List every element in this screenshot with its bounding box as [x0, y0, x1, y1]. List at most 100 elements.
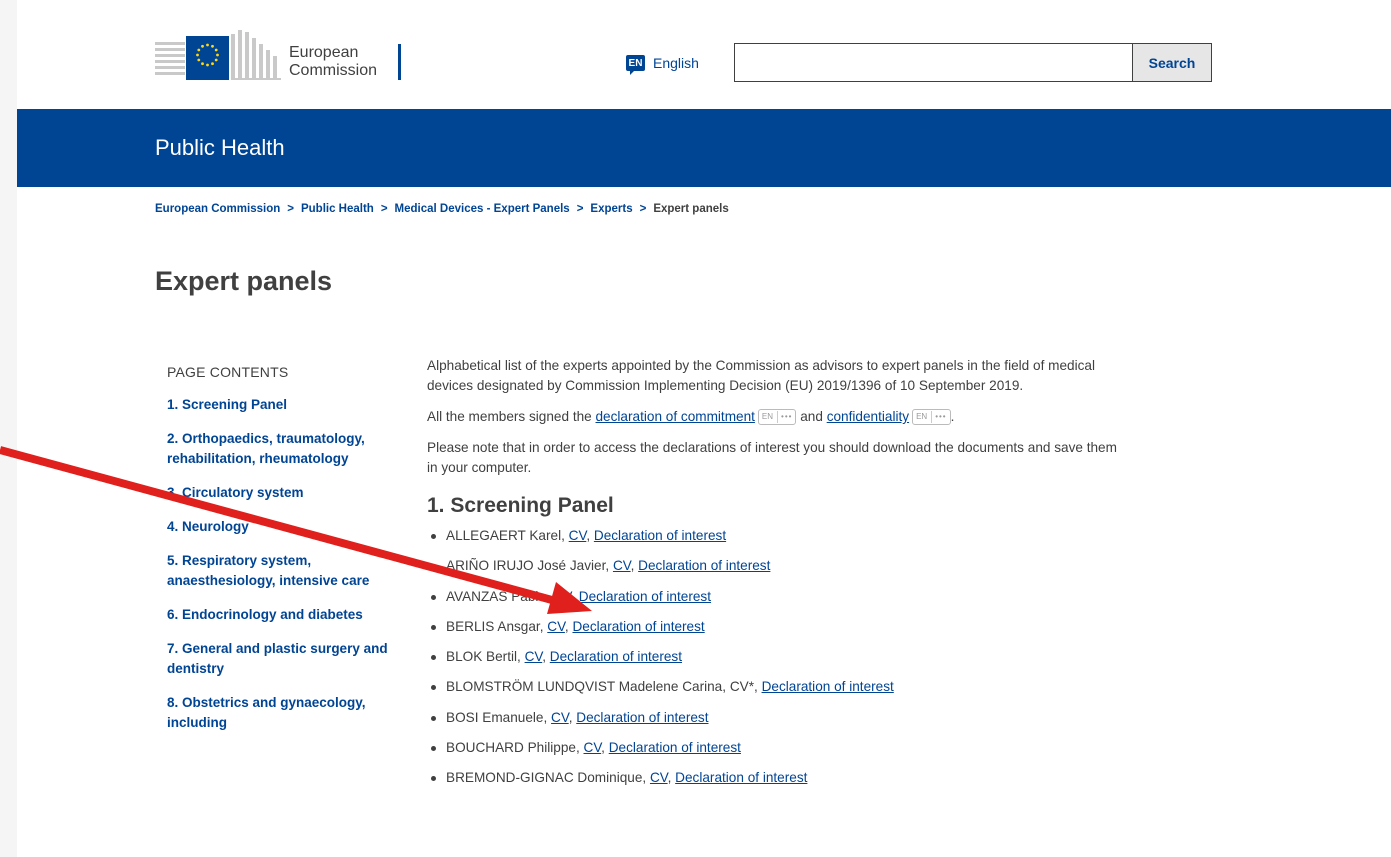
logo-line-1: European — [289, 44, 359, 61]
list-item: BLOK Bertil, CV, Declaration of interest — [427, 647, 1127, 667]
expert-name: BERLIS Ansgar — [446, 618, 540, 634]
declaration-of-interest-link[interactable]: Declaration of interest — [609, 740, 741, 755]
toc-item-endocrinology[interactable]: 6. Endocrinology and diabetes — [167, 605, 397, 625]
intro-paragraph: Alphabetical list of the experts appoint… — [427, 358, 1095, 393]
list-item: AVANZAS Pablo, CV, Declaration of intere… — [427, 587, 1127, 607]
section-heading-screening-panel: 1. Screening Panel — [427, 494, 614, 517]
declaration-of-commitment-link[interactable]: declaration of commitment — [596, 409, 755, 424]
chevron-right-icon: > — [380, 203, 388, 215]
cv-link[interactable]: CV — [554, 589, 572, 604]
breadcrumb-item-european-commission[interactable]: European Commission — [155, 203, 280, 215]
expert-name: BOUCHARD Philippe — [446, 740, 576, 756]
separator: , — [571, 588, 579, 604]
declaration-of-interest-link[interactable]: Declaration of interest — [576, 710, 708, 725]
header: European Commission EN English Search — [17, 0, 1391, 109]
experts-list: ALLEGAERT Karel, CV, Declaration of inte… — [427, 526, 1127, 788]
breadcrumb-item-expert-panels-section[interactable]: Medical Devices - Expert Panels — [395, 203, 570, 215]
confidentiality-link[interactable]: confidentiality — [827, 409, 909, 424]
breadcrumb-item-current: Expert panels — [653, 203, 729, 215]
separator: , — [754, 679, 762, 695]
declaration-of-interest-link[interactable]: Declaration of interest — [675, 770, 807, 785]
list-item: ARIÑO IRUJO José Javier, CV, Declaration… — [427, 556, 1127, 576]
language-selector[interactable]: EN English — [626, 54, 699, 75]
declarations-text-start: All the members signed the — [427, 409, 596, 424]
expert-name: ALLEGAERT Karel — [446, 528, 562, 543]
declaration-of-interest-link[interactable]: Declaration of interest — [638, 558, 770, 573]
language-label: English — [653, 55, 699, 71]
toc-item-orthopaedics[interactable]: 2. Orthopaedics, traumatology, rehabilit… — [167, 429, 397, 469]
main-content: Alphabetical list of the experts appoint… — [427, 356, 1127, 799]
more-languages-icon: ••• — [777, 411, 792, 424]
expert-name: ARIÑO IRUJO José Javier — [446, 558, 606, 574]
separator: , — [561, 528, 569, 543]
list-item: BLOMSTRÖM LUNDQVIST Madelene Carina, CV*… — [427, 677, 1127, 697]
cv-link[interactable]: CV — [584, 740, 602, 755]
breadcrumb-item-public-health[interactable]: Public Health — [301, 203, 374, 215]
separator: , — [575, 740, 584, 756]
separator: , — [543, 709, 552, 725]
toc-item-respiratory-system[interactable]: 5. Respiratory system, anaesthesiology, … — [167, 551, 397, 591]
expert-name: BLOMSTRÖM LUNDQVIST Madelene Carina — [446, 679, 723, 695]
list-item: BREMOND-GIGNAC Dominique, CV, Declaratio… — [427, 768, 1127, 788]
declaration-of-interest-link[interactable]: Declaration of interest — [550, 649, 682, 664]
cv-text: CV* — [729, 679, 754, 695]
declaration-of-interest-link[interactable]: Declaration of interest — [579, 589, 711, 604]
toc-item-neurology[interactable]: 4. Neurology — [167, 517, 397, 537]
cv-link[interactable]: CV — [525, 649, 543, 664]
logo-text: European Commission — [289, 44, 377, 80]
separator: , — [601, 740, 609, 756]
cv-link[interactable]: CV — [613, 558, 631, 573]
page-title: Expert panels — [155, 266, 333, 296]
list-item: BOSI Emanuele, CV, Declaration of intere… — [427, 708, 1127, 728]
breadcrumb: European Commission > Public Health > Me… — [155, 203, 729, 215]
separator: , — [517, 649, 525, 665]
language-bubble-icon: EN — [626, 55, 645, 75]
expert-name: BOSI Emanuele — [446, 709, 544, 725]
document-language-badge-icon[interactable]: EN ••• — [757, 409, 797, 426]
expert-name: BLOK Bertil — [446, 649, 518, 665]
cv-link[interactable]: CV — [650, 770, 668, 785]
declaration-of-interest-link[interactable]: Declaration of interest — [572, 619, 704, 634]
document-language-badge-icon[interactable]: EN ••• — [912, 409, 951, 426]
breadcrumb-item-experts[interactable]: Experts — [590, 203, 632, 215]
cv-link[interactable]: CV — [569, 528, 587, 543]
cv-link[interactable]: CV — [551, 710, 569, 725]
expert-name: AVANZAS Pablo — [446, 588, 546, 604]
ec-building-logo-icon — [155, 30, 281, 80]
search-input[interactable] — [734, 43, 1132, 82]
toc-item-general-surgery[interactable]: 7. General and plastic surgery and denti… — [167, 639, 397, 679]
search-button[interactable]: Search — [1132, 43, 1212, 82]
separator: , — [586, 528, 594, 543]
download-note-paragraph: Please note that in order to access the … — [427, 440, 1117, 475]
badge-lang: EN — [761, 412, 774, 422]
page: European Commission EN English Search Pu… — [17, 0, 1391, 857]
logo-divider — [398, 44, 401, 80]
separator: , — [545, 588, 554, 604]
page-contents-heading: PAGE CONTENTS — [167, 364, 289, 380]
list-item: ALLEGAERT Karel, CV, Declaration of inte… — [427, 526, 1127, 546]
chevron-right-icon: > — [287, 203, 294, 215]
list-item: BERLIS Ansgar, CV, Declaration of intere… — [427, 617, 1127, 637]
declaration-of-interest-link[interactable]: Declaration of interest — [762, 679, 894, 694]
list-item: BOUCHARD Philippe, CV, Declaration of in… — [427, 738, 1127, 758]
cv-link[interactable]: CV — [547, 619, 565, 634]
logo-line-2: Commission — [289, 62, 378, 79]
toc-item-circulatory-system[interactable]: 3. Circulatory system — [167, 483, 397, 503]
declarations-text-end: . — [950, 409, 955, 424]
chevron-right-icon: > — [576, 203, 584, 215]
separator: , — [642, 770, 650, 786]
site-title[interactable]: Public Health — [155, 135, 285, 161]
chevron-right-icon: > — [639, 203, 647, 215]
toc-item-obstetrics[interactable]: 8. Obstetrics and gynaecology, including — [167, 693, 397, 733]
european-commission-logo[interactable]: European Commission — [155, 20, 425, 82]
declarations-paragraph: All the members signed the declaration o… — [427, 407, 1127, 427]
expert-name: BREMOND-GIGNAC Dominique — [446, 770, 643, 786]
separator: , — [605, 558, 613, 574]
separator: , — [722, 679, 730, 695]
site-title-bar: Public Health — [17, 109, 1391, 187]
more-languages-icon: ••• — [931, 411, 946, 424]
declaration-of-interest-link[interactable]: Declaration of interest — [594, 528, 726, 543]
toc-item-screening-panel[interactable]: 1. Screening Panel — [167, 395, 397, 415]
badge-lang: EN — [916, 412, 928, 422]
declarations-text-middle: and — [796, 409, 827, 424]
